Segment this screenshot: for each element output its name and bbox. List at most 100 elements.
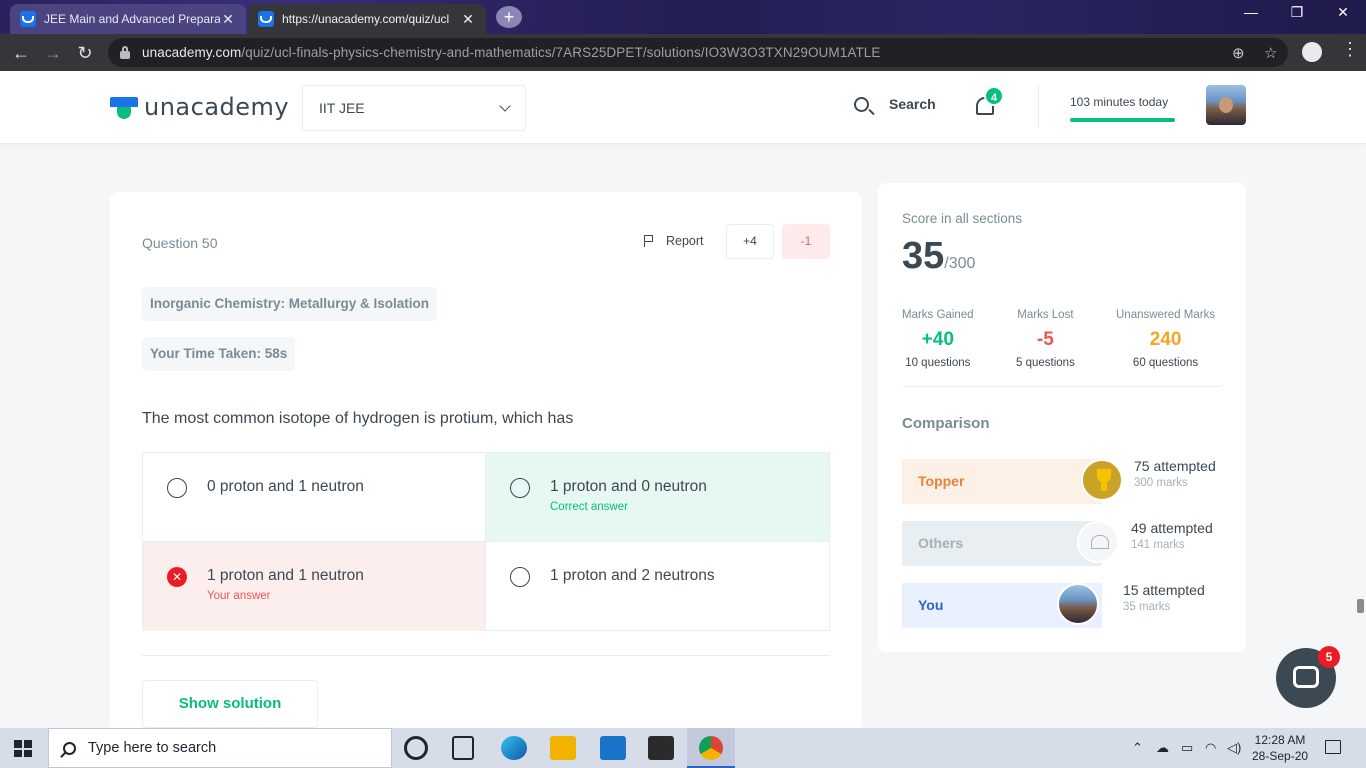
battery-icon[interactable]: ▭ (1181, 740, 1193, 756)
topper-info: 75 attempted 300 marks (1134, 458, 1216, 489)
comparison-topper: Topper (902, 459, 1102, 504)
profile-icon[interactable] (1302, 42, 1322, 62)
question-number: Question 50 (142, 235, 218, 251)
goal-dropdown[interactable]: IIT JEE (302, 85, 526, 131)
file-explorer-icon[interactable] (550, 736, 576, 760)
chat-badge: 5 (1318, 646, 1340, 668)
correct-answer-label: Correct answer (550, 501, 628, 513)
radio-icon (510, 567, 530, 587)
back-icon[interactable]: ← (8, 40, 34, 66)
wrong-answer-icon: ✕ (167, 567, 187, 587)
time-taken-chip: Your Time Taken: 58s (142, 337, 296, 371)
option-text: 1 proton and 2 neutrons (550, 567, 715, 584)
url-text: unacademy.com/quiz/ucl-finals-physics-ch… (142, 45, 881, 60)
comparison-others: Others (902, 521, 1102, 566)
total-score: 35/300 (902, 235, 976, 277)
bookmark-star-icon[interactable]: ☆ (1264, 44, 1277, 62)
close-icon[interactable]: ✕ (460, 11, 476, 28)
option-a[interactable]: 0 proton and 1 neutron (143, 453, 486, 542)
task-view-icon[interactable] (452, 736, 474, 760)
restore-icon[interactable]: ❐ (1274, 4, 1320, 21)
menu-kebab-icon[interactable]: ⋮ (1341, 39, 1359, 60)
site-header: unacademy IIT JEE Search 4 103 minutes t… (0, 71, 1366, 143)
chevron-down-icon (499, 100, 511, 112)
address-bar[interactable]: unacademy.com/quiz/ucl-finals-physics-ch… (108, 38, 1288, 67)
new-tab-button[interactable]: + (496, 6, 522, 28)
option-b[interactable]: 1 proton and 0 neutron Correct answer (486, 453, 829, 542)
option-text: 0 proton and 1 neutron (207, 478, 364, 495)
chrome-icon (699, 736, 723, 760)
positive-marks-badge: +4 (726, 224, 774, 259)
windows-start-icon[interactable] (14, 740, 32, 757)
search-button[interactable]: Search (854, 96, 936, 112)
store-icon[interactable] (648, 736, 674, 760)
reload-icon[interactable]: ↻ (72, 40, 98, 66)
option-c[interactable]: ✕ 1 proton and 1 neutron Your answer (143, 542, 486, 631)
unanswered-marks-stat: Unanswered Marks 240 60 questions (1116, 309, 1216, 369)
cortana-icon[interactable] (404, 736, 428, 760)
wifi-icon[interactable]: ◠ (1205, 740, 1216, 756)
question-text: The most common isotope of hydrogen is p… (142, 410, 574, 427)
negative-marks-badge: -1 (782, 224, 830, 259)
topic-chip: Inorganic Chemistry: Metallurgy & Isolat… (142, 287, 438, 321)
report-label: Report (666, 234, 704, 248)
goal-value: IIT JEE (319, 100, 365, 116)
question-card: Question 50 Report +4 -1 Inorganic Chemi… (110, 192, 862, 732)
close-icon[interactable]: ✕ (220, 11, 236, 28)
unacademy-logo-icon (110, 95, 138, 119)
tab-jee-preparation[interactable]: JEE Main and Advanced Preparat ✕ (10, 4, 246, 34)
windows-taskbar: Type here to search ⌃ ☁ ▭ ◠ ◁) 12:28 AM … (0, 728, 1366, 768)
forward-icon[interactable]: → (40, 40, 66, 66)
people-icon (1091, 535, 1109, 549)
unacademy-favicon-icon (20, 11, 36, 27)
volume-icon[interactable]: ◁) (1227, 740, 1241, 756)
taskbar-clock[interactable]: 12:28 AM 28-Sep-20 (1252, 732, 1308, 764)
user-avatar (1057, 583, 1099, 625)
others-info: 49 attempted 141 marks (1131, 520, 1213, 551)
marks-gained-stat: Marks Gained +40 10 questions (902, 309, 974, 369)
you-info: 15 attempted 35 marks (1123, 582, 1205, 613)
search-icon (63, 741, 76, 755)
unacademy-favicon-icon (258, 11, 274, 27)
option-text: 1 proton and 1 neutron (207, 567, 364, 584)
comparison-title: Comparison (902, 415, 990, 432)
radio-icon (510, 478, 530, 498)
minimize-icon[interactable]: — (1228, 4, 1274, 20)
edge-icon[interactable] (501, 736, 527, 760)
divider (1038, 85, 1039, 127)
chevron-up-icon[interactable]: ⌃ (1132, 740, 1143, 756)
report-button[interactable]: Report (644, 234, 704, 248)
show-solution-button[interactable]: Show solution (142, 680, 318, 728)
tab-title: https://unacademy.com/quiz/ucl (282, 12, 450, 26)
onedrive-icon[interactable]: ☁ (1156, 740, 1169, 756)
browser-toolbar: ← → ↻ unacademy.com/quiz/ucl-finals-phys… (0, 34, 1366, 71)
minutes-today: 103 minutes today (1070, 95, 1169, 109)
flag-icon (644, 235, 654, 247)
avatar[interactable] (1206, 85, 1246, 125)
tab-title: JEE Main and Advanced Preparat (44, 12, 220, 26)
add-icon[interactable]: ⊕ (1232, 44, 1245, 62)
options-grid: 0 proton and 1 neutron 1 proton and 0 ne… (142, 452, 830, 631)
radio-icon (167, 478, 187, 498)
taskbar-search-placeholder: Type here to search (88, 740, 217, 756)
score-card: Score in all sections 35/300 Marks Gaine… (878, 183, 1246, 652)
option-d[interactable]: 1 proton and 2 neutrons (486, 542, 829, 631)
scrollbar-thumb[interactable] (1357, 599, 1364, 613)
divider (902, 386, 1221, 387)
close-window-icon[interactable]: ✕ (1320, 4, 1366, 21)
tab-quiz-solutions[interactable]: https://unacademy.com/quiz/ucl ✕ (248, 4, 486, 34)
minutes-progress-bar (1070, 118, 1175, 122)
marks-lost-stat: Marks Lost -5 5 questions (1016, 309, 1075, 369)
chrome-taskbar-item[interactable] (687, 728, 735, 768)
trophy-icon (1097, 469, 1111, 491)
option-text: 1 proton and 0 neutron (550, 478, 707, 495)
notification-center-icon[interactable] (1325, 740, 1341, 754)
lock-icon (120, 45, 130, 59)
taskbar-search-input[interactable]: Type here to search (48, 728, 392, 768)
search-label: Search (889, 96, 936, 112)
notification-badge: 4 (984, 86, 1004, 106)
mail-icon[interactable] (600, 736, 626, 760)
unacademy-logo[interactable]: unacademy (110, 93, 289, 121)
score-title: Score in all sections (902, 211, 1023, 226)
trophy-avatar (1081, 459, 1123, 501)
